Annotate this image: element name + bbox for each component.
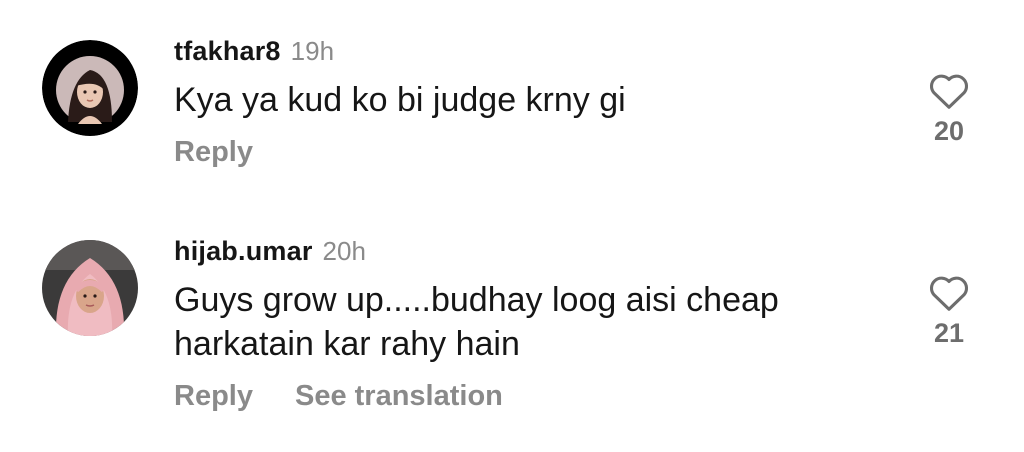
comment-time: 20h bbox=[322, 236, 366, 266]
like-control[interactable]: 20 bbox=[918, 70, 980, 148]
like-count: 21 bbox=[933, 318, 965, 348]
comment-body: hijab.umar 20h Guys grow up.....budhay lo… bbox=[174, 234, 894, 413]
reply-button[interactable]: Reply bbox=[174, 380, 253, 413]
comment-meta: hijab.umar 20h bbox=[174, 234, 894, 268]
heart-outline-icon[interactable] bbox=[927, 70, 971, 110]
comment-actions: Reply bbox=[174, 136, 894, 169]
comment-text: Kya ya kud ko bi judge krny gi bbox=[174, 81, 626, 119]
comment-body: tfakhar8 19h Kya ya kud ko bi judge krny … bbox=[174, 34, 894, 169]
heart-outline-icon[interactable] bbox=[927, 272, 971, 312]
reply-button[interactable]: Reply bbox=[174, 136, 253, 169]
comment-username[interactable]: hijab.umar bbox=[174, 236, 313, 266]
comment-actions: Reply See translation bbox=[174, 380, 894, 413]
comment-meta: tfakhar8 19h bbox=[174, 34, 894, 68]
comment-time: 19h bbox=[290, 36, 335, 66]
see-translation-button[interactable]: See translation bbox=[295, 380, 503, 413]
comment-username[interactable]: tfakhar8 bbox=[174, 36, 281, 66]
avatar[interactable] bbox=[42, 240, 138, 336]
avatar[interactable] bbox=[42, 40, 138, 136]
like-control[interactable]: 21 bbox=[918, 272, 980, 350]
comment-text: Guys grow up.....budhay loog aisi cheap … bbox=[174, 281, 779, 363]
like-count: 20 bbox=[933, 116, 965, 146]
